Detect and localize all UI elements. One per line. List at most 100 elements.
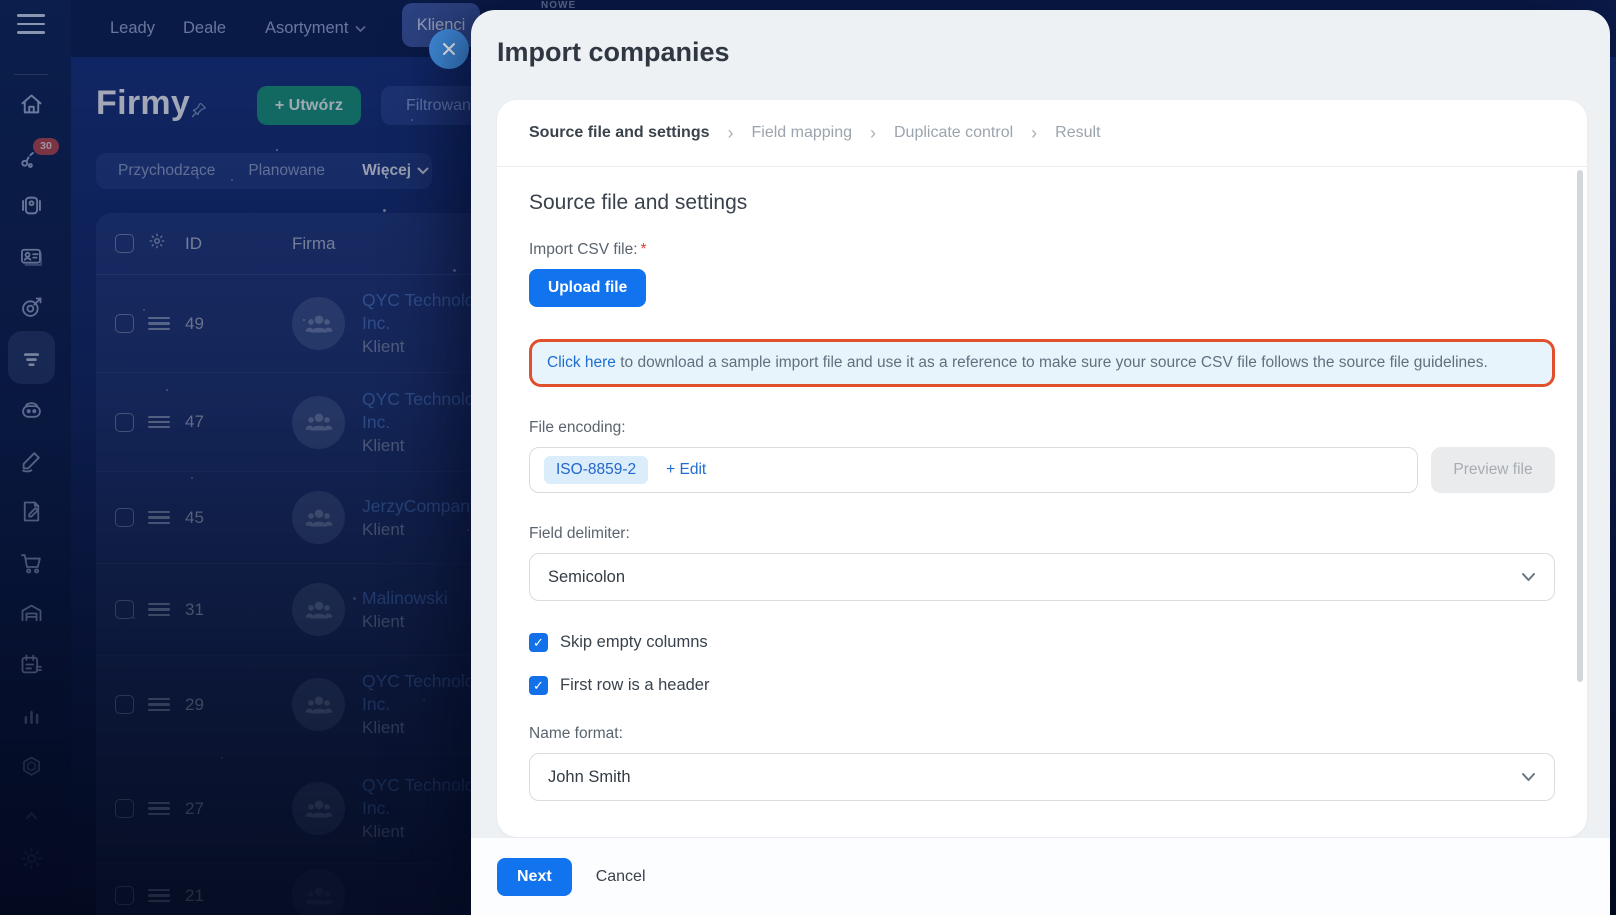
chevron-right-icon: ›	[869, 122, 876, 143]
tab-planowane[interactable]: Planowane	[248, 162, 325, 180]
card-scrollbar[interactable]	[1577, 170, 1583, 682]
modal-footer: Next Cancel	[471, 838, 1610, 915]
company-avatar	[292, 395, 345, 449]
row-id: 49	[185, 313, 204, 333]
step-duplicate-control[interactable]: Duplicate control	[894, 124, 1013, 142]
filter-icon[interactable]	[18, 345, 45, 372]
encoding-edit-link[interactable]: + Edit	[666, 461, 706, 479]
row-id: 31	[185, 599, 204, 619]
sidebar: 30	[0, 0, 71, 915]
name-format-value: John Smith	[548, 767, 631, 786]
field-delimiter-label: Field delimiter:	[529, 525, 630, 542]
hamburger-menu-icon[interactable]	[17, 14, 45, 34]
chevron-up-icon[interactable]	[18, 802, 45, 829]
page-title: Firmy	[96, 84, 191, 122]
table-settings-gear-icon[interactable]	[148, 232, 170, 255]
nav-leady[interactable]: Leady	[110, 0, 155, 57]
cart-icon[interactable]	[18, 549, 45, 576]
import-companies-modal: Import companies Source file and setting…	[471, 10, 1610, 915]
next-button[interactable]: Next	[497, 857, 572, 896]
column-header-id[interactable]: ID	[185, 234, 243, 254]
chevron-down-icon	[417, 167, 429, 175]
name-format-select[interactable]: John Smith	[529, 753, 1555, 801]
list-tabs: Przychodzące Planowane Więcej	[96, 153, 432, 189]
company-avatar	[292, 297, 345, 350]
name-format-label: Name format:	[529, 725, 623, 742]
skip-empty-columns-checkbox[interactable]: ✓ Skip empty columns	[529, 633, 1555, 652]
target-icon[interactable]	[18, 294, 45, 321]
section-title: Source file and settings	[529, 191, 748, 214]
chevron-right-icon: ›	[1031, 122, 1038, 143]
step-result[interactable]: Result	[1055, 124, 1100, 142]
first-row-header-checkbox[interactable]: ✓ First row is a header	[529, 676, 1555, 695]
sidebar-divider	[14, 74, 48, 75]
drag-handle[interactable]	[148, 412, 170, 431]
file-encoding-label: File encoding:	[529, 419, 626, 436]
checkbox-checked-icon[interactable]: ✓	[529, 633, 548, 652]
document-edit-icon[interactable]	[18, 498, 45, 525]
column-header-firma[interactable]: Firma	[292, 234, 335, 254]
chevron-down-icon	[1521, 568, 1536, 587]
drag-handle[interactable]	[148, 508, 170, 527]
nav-asortyment[interactable]: Asortyment	[265, 0, 366, 57]
warehouse-icon[interactable]	[18, 600, 45, 627]
row-id: 21	[185, 885, 204, 905]
cancel-button[interactable]: Cancel	[596, 868, 646, 886]
wizard-card: Source file and settings › Field mapping…	[497, 100, 1587, 837]
company-avatar	[292, 782, 345, 835]
drag-handle[interactable]	[148, 695, 170, 714]
select-all-checkbox[interactable]	[115, 234, 134, 253]
field-delimiter-select[interactable]: Semicolon	[529, 553, 1555, 601]
pen-signature-icon[interactable]	[18, 447, 45, 474]
contact-card-icon[interactable]	[18, 243, 45, 270]
drag-handle[interactable]	[148, 886, 170, 905]
chevron-down-icon	[1521, 768, 1536, 787]
sample-file-download-link[interactable]: Click here	[547, 354, 616, 371]
company-avatar	[292, 869, 345, 915]
bot-icon[interactable]	[18, 396, 45, 423]
pin-icon[interactable]	[189, 99, 210, 120]
row-id: 29	[185, 694, 204, 714]
checkbox-checked-icon[interactable]: ✓	[529, 676, 548, 695]
notification-count-badge: 30	[33, 138, 59, 155]
row-id: 45	[185, 507, 204, 527]
home-icon[interactable]	[18, 91, 45, 118]
wizard-steps: Source file and settings › Field mapping…	[497, 100, 1587, 167]
checkbox-label: First row is a header	[560, 676, 710, 694]
crm-app: Leady Deale Asortyment Klienci NOWE 30 F…	[0, 0, 1616, 915]
drag-handle[interactable]	[148, 314, 170, 333]
chevron-down-icon	[355, 0, 366, 57]
create-button[interactable]: + Utwórz	[257, 86, 361, 125]
tab-wiecej[interactable]: Więcej	[362, 162, 429, 180]
wizard-body: Source file and settings Import CSV file…	[497, 167, 1587, 801]
row-checkbox[interactable]	[115, 412, 134, 432]
row-checkbox[interactable]	[115, 695, 134, 714]
row-id: 47	[185, 412, 204, 431]
step-source-file[interactable]: Source file and settings	[529, 124, 709, 142]
upload-file-button[interactable]: Upload file	[529, 269, 647, 307]
modal-close-button[interactable]	[429, 29, 469, 69]
row-checkbox[interactable]	[115, 508, 134, 527]
row-checkbox[interactable]	[115, 600, 134, 619]
bar-chart-icon[interactable]	[18, 702, 45, 729]
hexagon-icon[interactable]	[18, 753, 45, 780]
drag-handle[interactable]	[148, 600, 170, 619]
tab-przychodzace[interactable]: Przychodzące	[118, 162, 215, 180]
preview-file-button[interactable]: Preview file	[1431, 447, 1555, 493]
device-icon[interactable]	[18, 192, 45, 219]
encoding-chip[interactable]: ISO-8859-2	[544, 456, 649, 484]
drag-handle[interactable]	[148, 799, 170, 818]
schedule-icon[interactable]	[18, 651, 45, 678]
nav-deale[interactable]: Deale	[183, 0, 226, 57]
checkbox-label: Skip empty columns	[560, 633, 708, 651]
file-encoding-input[interactable]: ISO-8859-2 + Edit	[529, 447, 1418, 493]
step-field-mapping[interactable]: Field mapping	[751, 124, 852, 142]
row-checkbox[interactable]	[115, 886, 134, 905]
modal-title: Import companies	[497, 37, 730, 67]
sample-file-info-text: to download a sample import file and use…	[615, 354, 1488, 371]
row-checkbox[interactable]	[115, 314, 134, 333]
row-checkbox[interactable]	[115, 799, 134, 818]
gear-icon[interactable]	[18, 845, 45, 872]
field-delimiter-value: Semicolon	[548, 567, 626, 586]
chevron-right-icon: ›	[727, 122, 734, 143]
